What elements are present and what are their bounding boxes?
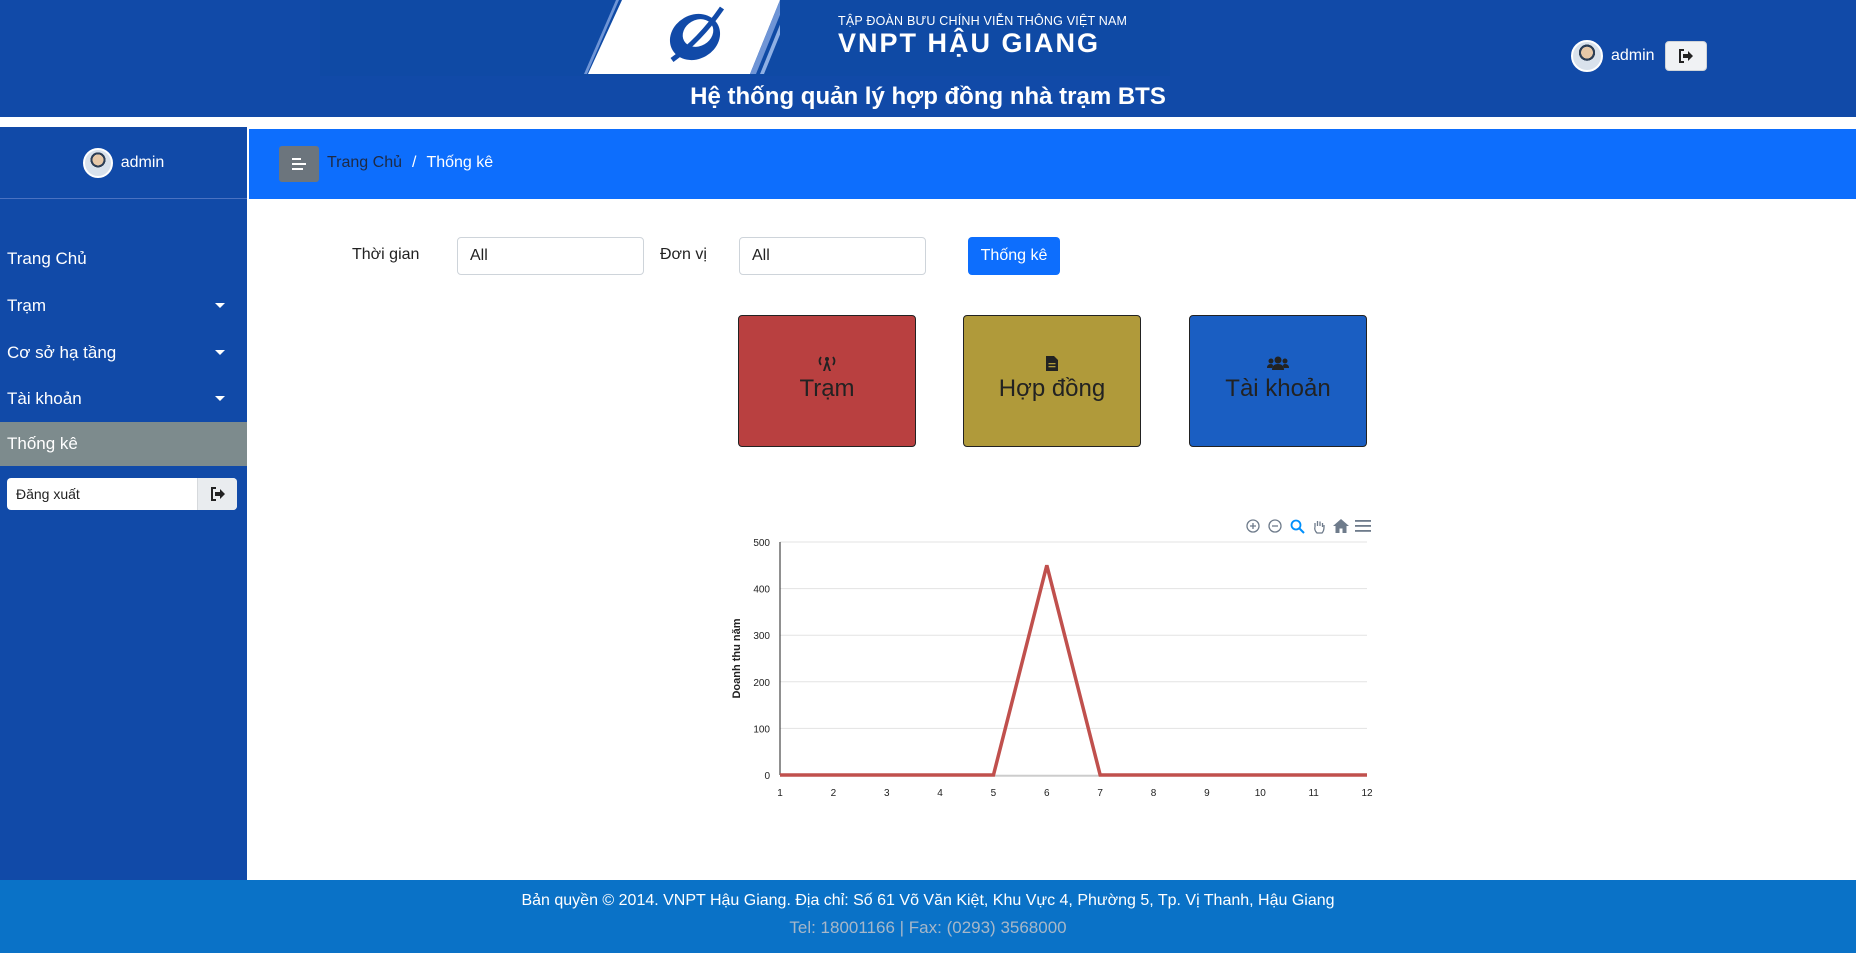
vnpt-logo [584, 0, 780, 74]
x-tick-label: 9 [1204, 788, 1210, 799]
unit-filter-input[interactable] [739, 237, 926, 275]
sidebar-item-statistics[interactable]: Thống kê [0, 422, 247, 466]
breadcrumb-current: Thống kê [426, 154, 494, 171]
sidebar-user: admin [0, 127, 247, 199]
sidebar-logout-button[interactable]: Đăng xuất [7, 478, 237, 510]
account-card[interactable]: Tài khoản [1189, 315, 1367, 447]
breadcrumb: Trang Chủ / Thống kê [327, 154, 493, 172]
sidebar-item-label: Trang Chủ [7, 249, 87, 268]
breadcrumb-home-link[interactable]: Trang Chủ [327, 154, 402, 172]
time-filter-input[interactable] [457, 237, 644, 275]
x-tick-label: 12 [1361, 788, 1373, 799]
sidebar-item-label: Tài khoản [7, 389, 82, 408]
system-title: Hệ thống quản lý hợp đồng nhà trạm BTS [690, 83, 1166, 110]
caret-down-icon [215, 303, 225, 308]
y-tick-label: 400 [753, 585, 770, 596]
avatar [82, 147, 113, 178]
y-axis-ticks: 0 100 200 300 400 500 [753, 538, 770, 782]
unit-filter-label: Đơn vị [660, 246, 707, 263]
footer-copyright: Bản quyền © 2014. VNPT Hậu Giang. Địa ch… [521, 892, 1335, 909]
file-icon [1046, 353, 1058, 373]
y-tick-label: 100 [753, 724, 770, 735]
chart-grid [779, 541, 1367, 777]
menu-toggle-button[interactable] [279, 146, 319, 182]
logout-icon-button[interactable] [197, 478, 237, 510]
x-tick-label: 7 [1097, 788, 1103, 799]
time-filter-label: Thời gian [352, 246, 420, 263]
y-axis-label: Doanh thu năm [731, 618, 743, 698]
header: TẬP ĐOÀN BƯU CHÍNH VIỄN THÔNG VIỆT NAM V… [0, 0, 1856, 117]
avatar[interactable] [1571, 40, 1603, 72]
x-axis-ticks: 1 2 3 4 5 6 7 8 9 10 11 12 [777, 788, 1373, 799]
sidebar-item-accounts[interactable]: Tài khoản [0, 377, 247, 421]
x-tick-label: 10 [1255, 788, 1267, 799]
header-logout-button[interactable] [1664, 41, 1707, 71]
sidebar-item-label: Cơ sở hạ tầng [7, 343, 117, 362]
sidebar-user-name: admin [120, 153, 165, 171]
x-tick-label: 4 [937, 788, 943, 799]
footer-contact: Tel: 18001166 | Fax: (0293) 3568000 [789, 918, 1067, 937]
y-tick-label: 300 [753, 631, 770, 642]
footer: Bản quyền © 2014. VNPT Hậu Giang. Địa ch… [0, 880, 1856, 953]
sidebar-item-label: Trạm [7, 296, 47, 315]
caret-down-icon [215, 350, 225, 355]
header-user-name[interactable]: admin [1611, 47, 1655, 65]
x-tick-label: 3 [884, 788, 890, 799]
x-tick-label: 5 [991, 788, 997, 799]
sign-out-icon [1678, 49, 1693, 63]
series-line [780, 564, 1367, 777]
contract-card-label: Hợp đồng [998, 375, 1106, 402]
chart-series [780, 564, 1367, 777]
brand-name: VNPT HẬU GIANG [838, 28, 1101, 58]
y-tick-label: 0 [764, 771, 770, 782]
station-card-label: Trạm [799, 375, 855, 402]
caret-down-icon [215, 396, 225, 401]
station-card[interactable]: Trạm [738, 315, 916, 447]
breadcrumb-bar: Trang Chủ / Thống kê [249, 129, 1856, 199]
sidebar-item-home[interactable]: Trang Chủ [0, 237, 247, 281]
header-user-menu: admin [1571, 40, 1707, 72]
sign-out-icon [210, 487, 225, 501]
logout-label: Đăng xuất [16, 486, 80, 502]
x-tick-label: 6 [1044, 788, 1050, 799]
contract-card[interactable]: Hợp đồng [963, 315, 1141, 447]
x-tick-label: 2 [831, 788, 837, 799]
org-line: TẬP ĐOÀN BƯU CHÍNH VIỄN THÔNG VIỆT NAM [838, 14, 1128, 28]
sidebar: admin Trang Chủ Trạm Cơ sở hạ tầng Tài k… [0, 127, 247, 880]
account-card-label: Tài khoản [1225, 375, 1331, 402]
broadcast-tower-icon [817, 353, 837, 373]
sidebar-item-stations[interactable]: Trạm [0, 284, 247, 328]
statistics-submit-button[interactable]: Thống kê [968, 237, 1060, 275]
users-icon [1267, 353, 1289, 373]
breadcrumb-separator: / [412, 154, 417, 171]
y-tick-label: 500 [753, 538, 770, 549]
x-tick-label: 8 [1151, 788, 1157, 799]
y-tick-label: 200 [753, 678, 770, 689]
sidebar-item-label: Thống kê [7, 434, 78, 453]
x-tick-label: 11 [1308, 788, 1319, 799]
sidebar-item-infrastructure[interactable]: Cơ sở hạ tầng [0, 331, 247, 375]
align-left-icon [292, 158, 306, 170]
revenue-line-chart: 0100200300400500 1 2 3 4 5 6 7 8 9 10 11 12 Doanh t… [731, 538, 1373, 799]
x-tick-label: 1 [777, 788, 783, 799]
